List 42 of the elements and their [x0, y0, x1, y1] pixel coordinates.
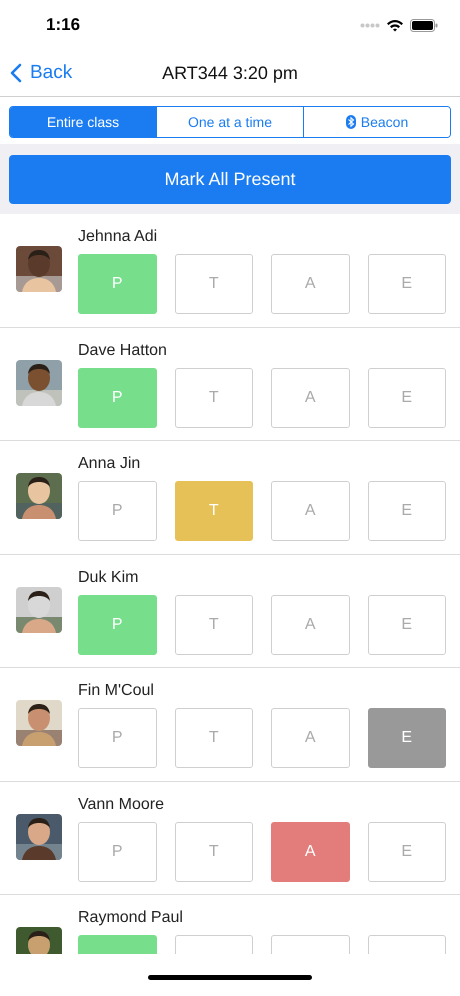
attendance-toggle[interactable]: E	[368, 368, 446, 428]
student-name: Raymond Paul	[78, 909, 184, 927]
back-button[interactable]: Back	[0, 62, 72, 84]
wifi-icon	[386, 18, 404, 32]
attendance-toggle[interactable]: A	[271, 368, 350, 428]
attendance-toggle[interactable]: T	[174, 368, 253, 428]
attendance-toggle[interactable]: A	[271, 708, 350, 768]
signal-icon	[360, 22, 380, 28]
student-name: Dave Hatton	[78, 342, 168, 360]
status-time: 1:16	[46, 15, 80, 35]
attendance-toggle[interactable]: T	[174, 481, 253, 541]
attendance-toggle[interactable]: P	[78, 368, 156, 428]
student-name: Fin M'Coul	[78, 682, 155, 700]
attendance-toggle[interactable]: E	[368, 822, 446, 882]
attendance-toggle[interactable]: A	[271, 481, 350, 541]
segment-tab[interactable]: Beacon	[303, 107, 450, 137]
attendance-toggle[interactable]: T	[174, 708, 253, 768]
student-name: Jehnna Adi	[78, 228, 158, 246]
attendance-toggle[interactable]: E	[368, 708, 446, 768]
attendance-toggle[interactable]: P	[78, 254, 156, 314]
attendance-toggle[interactable]: P	[78, 594, 156, 654]
mark-all-present-button[interactable]: Mark All Present	[9, 155, 451, 204]
attendance-toggle[interactable]: P	[78, 708, 156, 768]
attendance-toggle[interactable]: A	[271, 822, 350, 882]
chevron-left-icon	[10, 63, 22, 83]
attendance-toggle[interactable]: T	[174, 594, 253, 654]
attendance-toggle[interactable]: P	[78, 481, 156, 541]
attendance-toggle[interactable]: A	[271, 254, 350, 314]
bluetooth-icon	[346, 115, 356, 129]
nav-title: ART344 3:20 pm	[162, 62, 298, 84]
attendance-toggle[interactable]: E	[368, 594, 446, 654]
attendance-toggle[interactable]: A	[271, 594, 350, 654]
attendance-toggle[interactable]: T	[174, 822, 253, 882]
student-name: Anna Jin	[78, 455, 142, 473]
student-name: Vann Moore	[78, 796, 165, 814]
student-name: Duk Kim	[78, 568, 140, 586]
battery-icon	[410, 18, 438, 32]
attendance-toggle[interactable]: E	[368, 254, 446, 314]
segment-tab[interactable]: Entire class	[10, 107, 156, 137]
attendance-toggle[interactable]: P	[78, 822, 156, 882]
attendance-toggle[interactable]: T	[174, 254, 253, 314]
attendance-toggle[interactable]: E	[368, 481, 446, 541]
